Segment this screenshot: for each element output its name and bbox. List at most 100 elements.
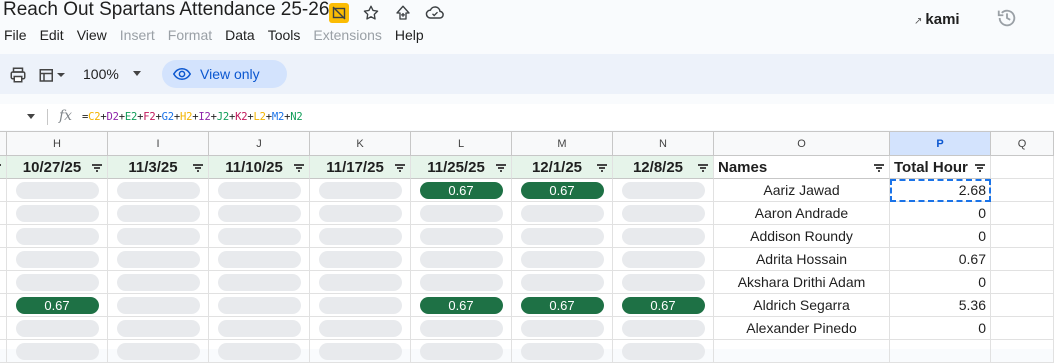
attendance-cell[interactable] [108, 248, 209, 271]
attendance-cell[interactable] [512, 202, 613, 225]
drive-not-synced-icon[interactable] [329, 3, 349, 23]
attendance-chip[interactable] [15, 319, 99, 337]
attendance-cell[interactable] [7, 202, 108, 225]
attendance-cell[interactable] [310, 225, 411, 248]
attendance-cell[interactable] [108, 225, 209, 248]
attendance-chip[interactable] [116, 227, 200, 245]
name-cell[interactable]: Adrita Hossain [714, 248, 890, 271]
attendance-chip[interactable] [419, 342, 503, 360]
row-stub-cell[interactable] [0, 294, 7, 317]
attendance-chip[interactable] [318, 227, 402, 245]
attendance-chip[interactable] [419, 250, 503, 268]
row-stub-cell[interactable] [0, 225, 7, 248]
attendance-cell[interactable]: 0.67 [613, 294, 714, 317]
filter-icon[interactable] [92, 164, 102, 172]
attendance-cell[interactable] [209, 294, 310, 317]
document-title[interactable]: Reach Out Spartans Attendance 25-26 [3, 0, 329, 21]
star-icon[interactable] [361, 3, 381, 23]
attendance-cell[interactable] [7, 248, 108, 271]
attendance-chip[interactable] [419, 273, 503, 291]
chevron-down-icon[interactable] [133, 71, 141, 76]
attendance-chip[interactable] [116, 273, 200, 291]
attendance-chip[interactable] [116, 250, 200, 268]
attendance-cell[interactable] [310, 340, 411, 363]
attendance-chip[interactable] [419, 204, 503, 222]
empty-cell[interactable] [991, 202, 1054, 225]
header-cell-total[interactable]: Total Hour [890, 156, 991, 179]
attendance-cell[interactable] [108, 340, 209, 363]
attendance-chip[interactable] [217, 250, 301, 268]
attendance-cell[interactable]: 0.67 [411, 294, 512, 317]
attendance-cell[interactable] [108, 202, 209, 225]
attendance-cell[interactable] [613, 179, 714, 202]
attendance-chip[interactable] [15, 342, 99, 360]
attendance-chip[interactable]: 0.67 [419, 296, 503, 314]
attendance-cell[interactable] [411, 202, 512, 225]
menu-help[interactable]: Help [395, 26, 424, 46]
print-icon[interactable] [9, 66, 27, 84]
row-stub-cell[interactable] [0, 271, 7, 294]
column-header-n[interactable]: N [613, 132, 714, 156]
row-stub-cell[interactable] [0, 179, 7, 202]
empty-cell[interactable] [991, 294, 1054, 317]
total-cell[interactable]: 0.67 [890, 248, 991, 271]
attendance-cell[interactable]: 0.67 [411, 179, 512, 202]
column-header-l[interactable]: L [411, 132, 512, 156]
attendance-chip[interactable] [116, 204, 200, 222]
kami-extension-button[interactable]: ↗ kami [914, 11, 960, 28]
attendance-chip[interactable] [116, 296, 200, 314]
filter-icon[interactable] [395, 164, 405, 172]
name-cell[interactable]: Akshara Drithi Adam [714, 271, 890, 294]
attendance-chip[interactable]: 0.67 [15, 296, 99, 314]
formula-text[interactable]: =C2+D2+E2+F2+G2+H2+I2+J2+K2+L2+M2+N2 [82, 111, 303, 123]
attendance-chip[interactable] [217, 273, 301, 291]
column-header-g[interactable] [0, 132, 7, 156]
empty-cell[interactable] [991, 179, 1054, 202]
attendance-chip[interactable] [621, 181, 705, 199]
attendance-cell[interactable] [209, 340, 310, 363]
name-box-chevron-icon[interactable] [27, 114, 35, 119]
empty-cell[interactable] [991, 156, 1054, 179]
name-cell[interactable]: Aariz Jawad [714, 179, 890, 202]
column-header-q[interactable]: Q [991, 132, 1054, 156]
attendance-cell[interactable] [411, 225, 512, 248]
attendance-chip[interactable] [621, 250, 705, 268]
filter-icon[interactable] [975, 164, 985, 172]
attendance-chip[interactable]: 0.67 [520, 296, 604, 314]
attendance-chip[interactable] [116, 181, 200, 199]
attendance-cell[interactable] [411, 340, 512, 363]
total-cell[interactable]: 0 [890, 225, 991, 248]
attendance-chip[interactable] [217, 296, 301, 314]
attendance-cell[interactable] [613, 225, 714, 248]
attendance-chip[interactable] [520, 319, 604, 337]
selected-total-cell[interactable]: 2.68 [890, 179, 991, 202]
column-header-k[interactable]: K [310, 132, 411, 156]
row-stub-cell[interactable] [0, 202, 7, 225]
header-cell-g[interactable] [0, 156, 7, 179]
attendance-cell[interactable] [7, 340, 108, 363]
attendance-cell[interactable] [512, 317, 613, 340]
filter-icon[interactable] [0, 164, 1, 172]
attendance-chip[interactable] [217, 342, 301, 360]
empty-cell[interactable] [991, 271, 1054, 294]
attendance-cell[interactable] [613, 202, 714, 225]
attendance-chip[interactable] [621, 319, 705, 337]
attendance-chip[interactable] [318, 342, 402, 360]
view-only-button[interactable]: View only [162, 60, 287, 88]
attendance-chip[interactable]: 0.67 [419, 181, 503, 199]
filter-icon[interactable] [294, 164, 304, 172]
attendance-chip[interactable] [15, 227, 99, 245]
format-view-icon[interactable] [38, 66, 72, 84]
attendance-chip[interactable] [116, 319, 200, 337]
attendance-cell[interactable] [108, 294, 209, 317]
header-cell-date[interactable]: 11/17/25 [310, 156, 411, 179]
row-stub-cell[interactable] [0, 248, 7, 271]
attendance-cell[interactable] [310, 317, 411, 340]
header-cell-date[interactable]: 11/10/25 [209, 156, 310, 179]
total-cell[interactable]: 0 [890, 317, 991, 340]
header-cell-date[interactable]: 11/3/25 [108, 156, 209, 179]
attendance-cell[interactable] [209, 179, 310, 202]
total-cell[interactable]: 0 [890, 202, 991, 225]
attendance-chip[interactable] [520, 204, 604, 222]
empty-cell[interactable] [991, 340, 1054, 363]
